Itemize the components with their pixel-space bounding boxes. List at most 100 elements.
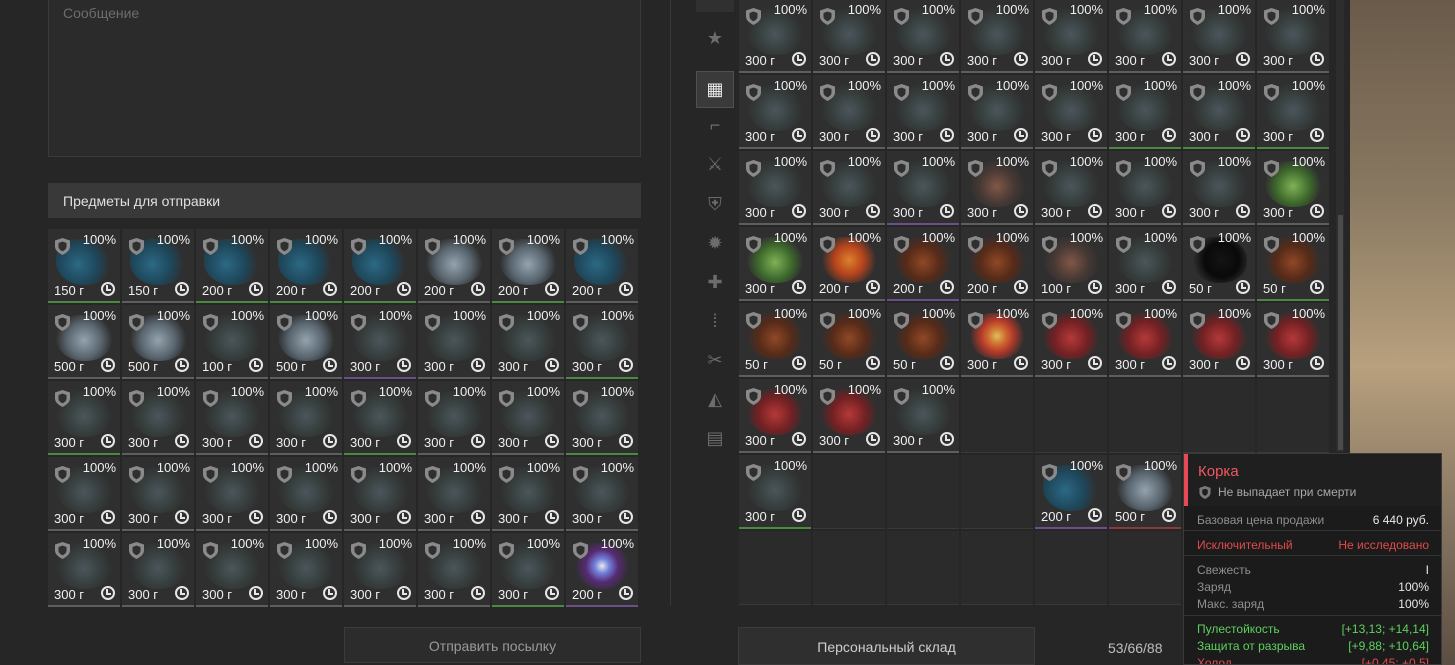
star-icon[interactable]: ★ [696,20,734,57]
personal-stash-button[interactable]: Персональный склад [738,627,1035,665]
item-slot[interactable]: 100% 300 г [887,0,959,73]
item-slot[interactable]: 100% 300 г [122,457,194,531]
item-slot[interactable]: 100% 300 г [1035,303,1107,377]
item-slot[interactable]: 100% 200 г [344,229,416,303]
empty-slot[interactable] [1257,379,1329,453]
item-slot[interactable]: 100% 200 г [196,229,268,303]
item-slot[interactable]: 100% 300 г [122,381,194,455]
item-slot[interactable]: 100% 300 г [813,379,885,453]
item-slot[interactable]: 100% 300 г [1183,151,1255,225]
empty-slot[interactable] [961,379,1033,453]
box-icon[interactable]: ▤ [696,420,734,457]
item-slot[interactable]: 100% 300 г [196,533,268,607]
item-slot[interactable]: 100% 300 г [344,381,416,455]
empty-slot[interactable] [1109,379,1181,453]
item-slot[interactable]: 100% 300 г [566,457,638,531]
empty-slot[interactable] [813,455,885,529]
artifact-icon[interactable]: ✹ [696,225,734,262]
empty-slot[interactable] [813,531,885,605]
item-slot[interactable]: 100% 300 г [887,379,959,453]
item-slot[interactable]: 100% 300 г [566,305,638,379]
item-slot[interactable]: 100% 100 г [196,305,268,379]
item-slot[interactable]: 100% 50 г [887,303,959,377]
item-slot[interactable]: 100% 500 г [270,305,342,379]
ammo-icon[interactable]: ⁞ [696,303,734,340]
empty-slot[interactable] [1183,379,1255,453]
empty-slot[interactable] [1035,379,1107,453]
empty-slot[interactable] [961,531,1033,605]
item-slot[interactable]: 100% 300 г [492,381,564,455]
item-slot[interactable]: 100% 300 г [48,381,120,455]
item-slot[interactable]: 100% 150 г [122,229,194,303]
item-slot[interactable]: 100% 50 г [739,303,811,377]
item-slot[interactable]: 100% 300 г [344,533,416,607]
item-slot[interactable]: 100% 300 г [418,381,490,455]
item-slot[interactable]: 100% 300 г [48,533,120,607]
item-slot[interactable]: 100% 300 г [270,533,342,607]
item-slot[interactable]: 100% 300 г [1035,151,1107,225]
item-slot[interactable]: 100% 300 г [739,151,811,225]
item-slot[interactable]: 100% 300 г [1257,0,1329,73]
item-slot[interactable]: 100% 300 г [1183,303,1255,377]
item-slot[interactable]: 100% 500 г [48,305,120,379]
item-slot[interactable]: 100% 300 г [1035,0,1107,73]
item-slot[interactable]: 100% 300 г [813,75,885,149]
item-slot[interactable]: 100% 300 г [1257,75,1329,149]
item-slot[interactable]: 100% 300 г [961,303,1033,377]
blueprint-icon[interactable]: ◭ [696,381,734,418]
item-slot[interactable]: 100% 300 г [418,457,490,531]
item-slot[interactable]: 100% 300 г [887,151,959,225]
item-slot[interactable]: 100% 50 г [1257,227,1329,301]
item-slot[interactable]: 100% 300 г [1109,303,1181,377]
item-slot[interactable]: 100% 300 г [961,75,1033,149]
item-slot[interactable]: 100% 300 г [418,305,490,379]
item-slot[interactable]: 100% 300 г [418,533,490,607]
empty-slot[interactable] [887,455,959,529]
empty-slot[interactable] [1109,531,1181,605]
item-slot[interactable]: 100% 200 г [566,229,638,303]
empty-slot[interactable] [887,531,959,605]
item-slot[interactable]: 100% 200 г [270,229,342,303]
item-slot[interactable]: 100% 300 г [1035,75,1107,149]
item-slot[interactable]: 100% 300 г [492,305,564,379]
item-slot[interactable]: 100% 50 г [813,303,885,377]
item-slot[interactable]: 100% 300 г [739,379,811,453]
item-slot[interactable]: 100% 300 г [813,151,885,225]
item-slot[interactable]: 100% 300 г [1109,151,1181,225]
item-slot[interactable]: 100% 300 г [48,457,120,531]
item-slot[interactable]: 100% 300 г [1183,75,1255,149]
item-slot[interactable]: 100% 300 г [739,75,811,149]
item-slot[interactable]: 100% 300 г [270,457,342,531]
item-slot[interactable]: 100% 200 г [887,227,959,301]
item-slot[interactable]: 100% 300 г [887,75,959,149]
item-slot[interactable]: 100% 300 г [1109,0,1181,73]
item-slot[interactable]: 100% 50 г [1183,227,1255,301]
rifle-icon[interactable]: ⌐ [696,107,734,144]
item-slot[interactable]: 100% 300 г [344,305,416,379]
send-parcel-button[interactable]: Отправить посылку [344,627,641,663]
item-slot[interactable]: 100% 200 г [492,229,564,303]
item-slot[interactable]: 100% 300 г [739,455,811,529]
empty-slot[interactable] [961,455,1033,529]
item-slot[interactable]: 100% 300 г [1109,75,1181,149]
item-slot[interactable]: 100% 500 г [1109,455,1181,529]
message-input[interactable]: Сообщение [48,0,641,157]
item-slot[interactable]: 100% 200 г [566,533,638,607]
item-slot[interactable]: 100% 300 г [961,0,1033,73]
empty-slot[interactable] [739,531,811,605]
item-slot[interactable]: 100% 300 г [1257,151,1329,225]
item-slot[interactable]: 100% 300 г [1257,303,1329,377]
item-slot[interactable]: 100% 300 г [813,0,885,73]
item-slot[interactable]: 100% 300 г [122,533,194,607]
item-slot[interactable]: 100% 300 г [1109,227,1181,301]
item-slot[interactable]: 100% 300 г [196,381,268,455]
item-slot[interactable]: 100% 300 г [566,381,638,455]
armor-icon[interactable]: ⛨ [696,186,734,223]
item-slot[interactable]: 100% 150 г [48,229,120,303]
item-slot[interactable]: 100% 300 г [739,227,811,301]
item-slot[interactable]: 100% 300 г [739,0,811,73]
item-slot[interactable]: 100% 300 г [344,457,416,531]
knife-icon[interactable]: ⚔ [696,146,734,183]
item-slot[interactable]: 100% 500 г [122,305,194,379]
item-slot[interactable]: 100% 300 г [492,533,564,607]
